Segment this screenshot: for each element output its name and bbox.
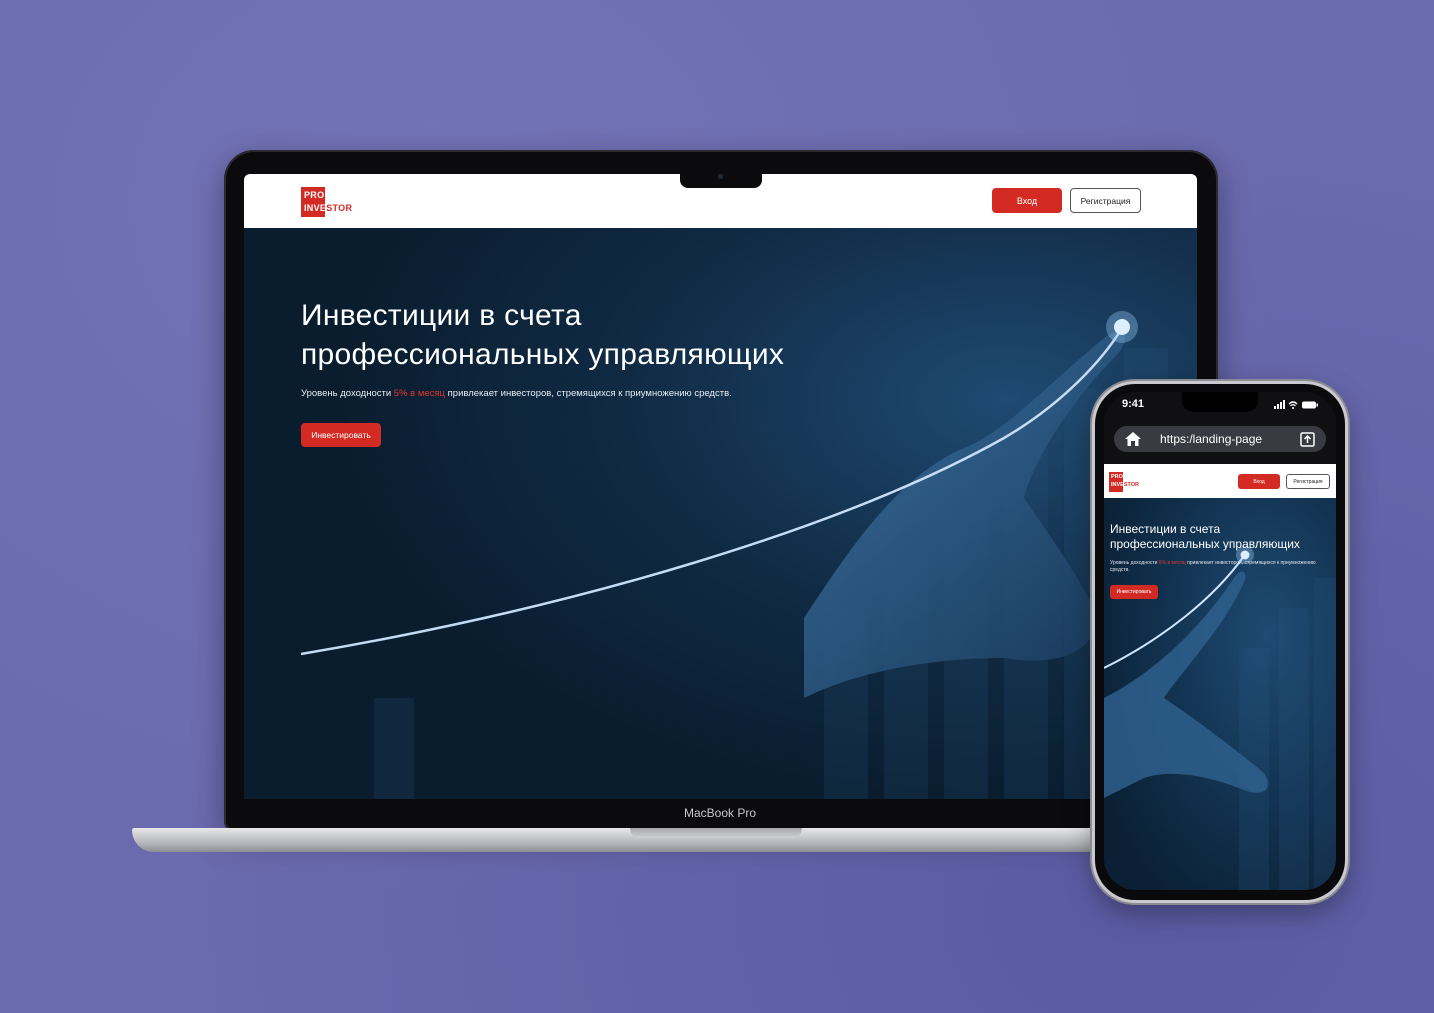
logo-line2: INVESTOR xyxy=(304,203,352,213)
laptop-groove xyxy=(630,828,802,838)
status-time: 9:41 xyxy=(1122,398,1145,410)
laptop-label: MacBook Pro xyxy=(683,806,757,820)
url-text: https:/landing-page xyxy=(1160,432,1263,446)
phone-logo-line2-b: STOR xyxy=(1123,482,1140,488)
login-button[interactable]: Вход xyxy=(992,188,1062,213)
phone-status-bar: 9:41 https:/landing-page xyxy=(1104,392,1336,464)
phone-logo-line2: INVESTOR xyxy=(1111,482,1139,488)
hero-subtitle-pre: Уровень доходности xyxy=(301,388,394,399)
share-icon[interactable] xyxy=(1300,432,1315,447)
phone-hero-subtitle: Уровень доходности 5% в месяц привлекает… xyxy=(1110,560,1330,574)
phone-hero-background xyxy=(1104,498,1336,890)
url-bar[interactable]: https:/landing-page xyxy=(1114,426,1326,452)
phone-screen: 9:41 https:/landing-page PRO INVESTOR Вх… xyxy=(1104,392,1336,890)
status-icons xyxy=(1274,400,1318,409)
phone-notch xyxy=(1182,392,1258,412)
home-icon[interactable] xyxy=(1124,431,1142,447)
logo-line1: PRO xyxy=(304,190,325,200)
wifi-icon xyxy=(1288,401,1298,409)
phone-logo-line2-a: INVE xyxy=(1111,482,1124,488)
phone-hero-title-line2: профессиональных управляющих xyxy=(1110,537,1300,551)
phone-hero-title: Инвестиции в счета профессиональных упра… xyxy=(1110,522,1332,552)
hero-title: Инвестиции в счета профессиональных упра… xyxy=(301,296,861,374)
phone-hero-subtitle-accent: 5% в месяц xyxy=(1158,560,1186,566)
logo-line2-a: INVE xyxy=(304,203,327,213)
hero-title-line2: профессиональных управляющих xyxy=(301,338,785,371)
signal-icon xyxy=(1274,400,1285,409)
hero-subtitle-post: привлекает инвесторов, стремящихся к при… xyxy=(445,388,732,399)
logo-line2-b: STOR xyxy=(326,203,353,213)
hero-subtitle-accent: 5% в месяц xyxy=(393,388,446,399)
phone-hero-subtitle-pre: Уровень доходности xyxy=(1110,560,1159,566)
phone-login-button[interactable]: Вход xyxy=(1238,474,1280,489)
battery-icon xyxy=(1302,401,1318,409)
phone-logo[interactable]: PRO INVESTOR xyxy=(1109,472,1143,492)
camera-icon xyxy=(718,174,723,179)
phone-site-header: PRO INVESTOR Вход Регистрация xyxy=(1104,464,1336,498)
phone-logo-line1: PRO xyxy=(1111,474,1123,480)
register-button[interactable]: Регистрация xyxy=(1070,188,1141,213)
phone-invest-button[interactable]: Инвестировать xyxy=(1110,585,1158,599)
laptop-screen: PRO INVESTOR Вход Регистрация Инвестиции… xyxy=(244,174,1197,799)
invest-button[interactable]: Инвестировать xyxy=(301,423,381,447)
phone-hero-title-line1: Инвестиции в счета xyxy=(1110,522,1221,536)
hero-title-line1: Инвестиции в счета xyxy=(301,299,582,332)
hero-subtitle: Уровень доходности 5% в месяц привлекает… xyxy=(301,388,732,399)
logo[interactable]: PRO INVESTOR xyxy=(301,187,352,217)
phone-register-button[interactable]: Регистрация xyxy=(1286,474,1330,489)
